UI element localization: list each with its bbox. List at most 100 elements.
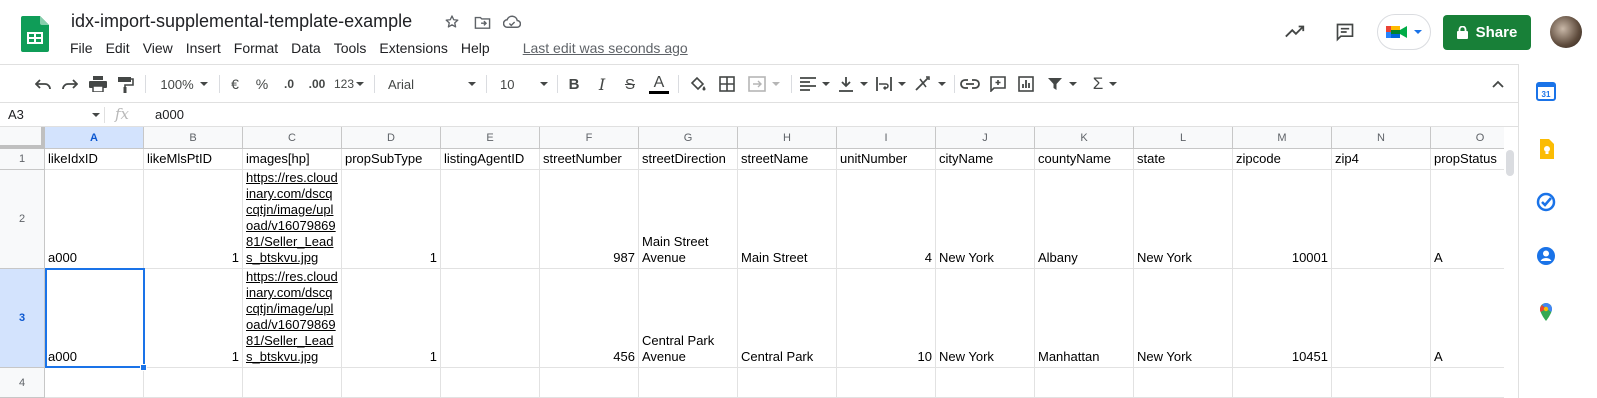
- zoom-select[interactable]: 100%: [158, 72, 210, 96]
- chart-icon[interactable]: [1016, 72, 1036, 96]
- cell-h1[interactable]: streetName: [738, 149, 837, 170]
- row-header-1[interactable]: 1: [0, 149, 45, 170]
- chevron-down-icon[interactable]: [92, 113, 100, 117]
- column-header-l[interactable]: L: [1134, 127, 1233, 149]
- cell-o1[interactable]: propStatus: [1431, 149, 1504, 170]
- rotate-icon[interactable]: [914, 72, 946, 96]
- share-button[interactable]: Share: [1443, 14, 1531, 50]
- move-icon[interactable]: [473, 13, 491, 31]
- text-color-button[interactable]: A: [648, 72, 670, 96]
- cell-f4[interactable]: [540, 368, 639, 398]
- italic-button[interactable]: I: [594, 72, 610, 96]
- cell-c2[interactable]: https://res.cloudinary.com/dscqcqtjn/ima…: [243, 170, 342, 269]
- select-all-corner[interactable]: [0, 127, 45, 149]
- filter-icon[interactable]: [1044, 72, 1080, 96]
- column-header-d[interactable]: D: [342, 127, 441, 149]
- cell-m1[interactable]: zipcode: [1233, 149, 1332, 170]
- cell-k4[interactable]: [1035, 368, 1134, 398]
- avatar[interactable]: [1550, 16, 1582, 48]
- column-header-b[interactable]: B: [144, 127, 243, 149]
- menu-view[interactable]: View: [143, 40, 179, 56]
- collapse-icon[interactable]: [1488, 72, 1508, 96]
- cell-j1[interactable]: cityName: [936, 149, 1035, 170]
- cell-c4[interactable]: [243, 368, 342, 398]
- cell-d2[interactable]: 1: [342, 170, 441, 269]
- cell-a1[interactable]: likeIdxID: [45, 149, 144, 170]
- comment-icon[interactable]: [1327, 14, 1363, 50]
- image-url-link[interactable]: https://res.cloudinary.com/dscqcqtjn/ima…: [246, 269, 338, 365]
- align-icon[interactable]: [800, 72, 830, 96]
- cell-o2[interactable]: A: [1431, 170, 1504, 269]
- keep-icon[interactable]: [1536, 139, 1556, 159]
- decrease-decimal-button[interactable]: .0: [280, 72, 298, 96]
- cell-f1[interactable]: streetNumber: [540, 149, 639, 170]
- trending-icon[interactable]: [1277, 14, 1313, 50]
- sheets-logo[interactable]: [21, 16, 49, 52]
- cell-b1[interactable]: likeMlsPtID: [144, 149, 243, 170]
- cell-i3[interactable]: 10: [837, 269, 936, 368]
- cell-l2[interactable]: New York: [1134, 170, 1233, 269]
- cell-h2[interactable]: Main Street: [738, 170, 837, 269]
- cell-j2[interactable]: New York: [936, 170, 1035, 269]
- contacts-icon[interactable]: [1536, 246, 1556, 266]
- cell-d1[interactable]: propSubType: [342, 149, 441, 170]
- merge-icon[interactable]: [746, 72, 782, 96]
- row-header-3[interactable]: 3: [0, 269, 45, 368]
- vertical-scrollbar[interactable]: [1506, 150, 1514, 176]
- formula-input[interactable]: a000: [155, 107, 184, 122]
- cell-g4[interactable]: [639, 368, 738, 398]
- cell-i2[interactable]: 4: [837, 170, 936, 269]
- cell-f2[interactable]: 987: [540, 170, 639, 269]
- cell-k1[interactable]: countyName: [1035, 149, 1134, 170]
- undo-icon[interactable]: [33, 72, 53, 96]
- cell-o3[interactable]: A: [1431, 269, 1504, 368]
- cell-k2[interactable]: Albany: [1035, 170, 1134, 269]
- cell-n2[interactable]: [1332, 170, 1431, 269]
- cell-i1[interactable]: unitNumber: [837, 149, 936, 170]
- menu-extensions[interactable]: Extensions: [379, 40, 453, 56]
- paint-format-icon[interactable]: [116, 72, 136, 96]
- cell-a4[interactable]: [45, 368, 144, 398]
- cell-e2[interactable]: [441, 170, 540, 269]
- menu-format[interactable]: Format: [234, 40, 284, 56]
- last-edit-link[interactable]: Last edit was seconds ago: [523, 40, 688, 56]
- insert-comment-icon[interactable]: [988, 72, 1008, 96]
- image-url-link[interactable]: https://res.cloudinary.com/dscqcqtjn/ima…: [246, 170, 338, 266]
- font-select[interactable]: Arial: [388, 72, 476, 96]
- bold-button[interactable]: B: [566, 72, 582, 96]
- cell-a3[interactable]: a000: [45, 269, 144, 368]
- column-header-f[interactable]: F: [540, 127, 639, 149]
- cell-d4[interactable]: [342, 368, 441, 398]
- menu-data[interactable]: Data: [291, 40, 327, 56]
- column-header-h[interactable]: H: [738, 127, 837, 149]
- column-header-i[interactable]: I: [837, 127, 936, 149]
- cell-l1[interactable]: state: [1134, 149, 1233, 170]
- valign-icon[interactable]: [838, 72, 868, 96]
- cell-a2[interactable]: a000: [45, 170, 144, 269]
- cell-b4[interactable]: [144, 368, 243, 398]
- name-box[interactable]: A3: [8, 107, 24, 122]
- row-header-2[interactable]: 2: [0, 170, 45, 269]
- spreadsheet-grid[interactable]: A B C D E F G H I J K L M N O 1 likeIdxID likeMlsPtID imag…: [0, 127, 1504, 398]
- cell-g2[interactable]: Main Street Avenue: [639, 170, 738, 269]
- cell-m4[interactable]: [1233, 368, 1332, 398]
- cell-n3[interactable]: [1332, 269, 1431, 368]
- row-header-4[interactable]: 4: [0, 368, 45, 398]
- cell-c3[interactable]: https://res.cloudinary.com/dscqcqtjn/ima…: [243, 269, 342, 368]
- column-header-n[interactable]: N: [1332, 127, 1431, 149]
- column-header-m[interactable]: M: [1233, 127, 1332, 149]
- column-header-o[interactable]: O: [1431, 127, 1504, 149]
- redo-icon[interactable]: [60, 72, 80, 96]
- document-title[interactable]: idx-import-supplemental-template-example: [71, 11, 412, 32]
- column-header-a[interactable]: A: [45, 127, 144, 149]
- cell-j3[interactable]: New York: [936, 269, 1035, 368]
- cell-k3[interactable]: Manhattan: [1035, 269, 1134, 368]
- print-icon[interactable]: [88, 72, 108, 96]
- column-header-j[interactable]: J: [936, 127, 1035, 149]
- cell-e4[interactable]: [441, 368, 540, 398]
- cell-e1[interactable]: listingAgentID: [441, 149, 540, 170]
- cell-c1[interactable]: images[hp]: [243, 149, 342, 170]
- increase-decimal-button[interactable]: .00: [306, 72, 328, 96]
- cell-e3[interactable]: [441, 269, 540, 368]
- strikethrough-button[interactable]: S: [622, 72, 638, 96]
